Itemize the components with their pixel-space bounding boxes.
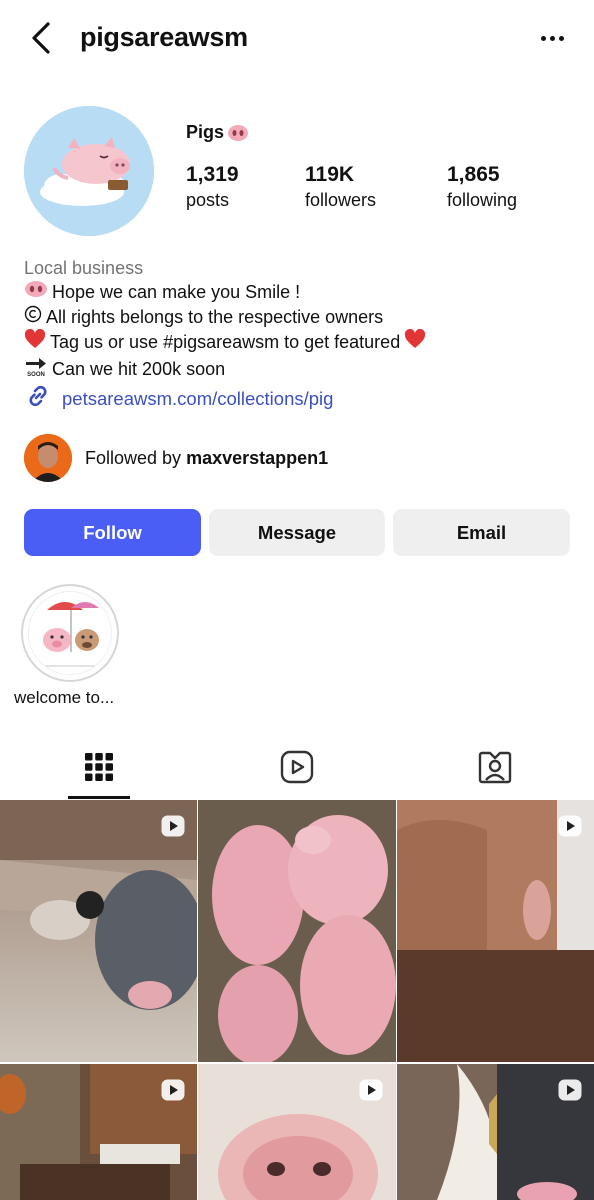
follow-button[interactable]: Follow xyxy=(24,509,201,556)
story-highlight[interactable] xyxy=(21,584,119,682)
followed-by-text: Followed by maxverstappen1 xyxy=(85,448,328,469)
tab-reels[interactable] xyxy=(198,740,396,798)
stat-posts-value: 1,319 xyxy=(186,163,239,186)
bio-line-3: Tag us or use #pigsareawsm to get featur… xyxy=(24,328,584,355)
soon-arrow-icon: SOON xyxy=(24,355,48,383)
profile-display-name: Pigs xyxy=(186,122,249,143)
copyright-icon xyxy=(24,305,42,329)
pig-nose-emoji-icon xyxy=(24,280,48,304)
pig-nose-emoji-icon xyxy=(227,124,249,142)
message-button[interactable]: Message xyxy=(209,509,385,556)
posts-grid xyxy=(0,800,594,1200)
bio-line-2: All rights belongs to the respective own… xyxy=(24,305,584,329)
email-button[interactable]: Email xyxy=(393,509,570,556)
stat-following[interactable]: 1,865 following xyxy=(447,162,517,212)
stat-following-label: following xyxy=(447,190,518,210)
post-thumbnail[interactable] xyxy=(0,800,197,1062)
tab-posts-grid[interactable] xyxy=(0,740,198,798)
reel-badge-icon xyxy=(557,814,583,838)
followed-by-user[interactable]: maxverstappen1 xyxy=(186,448,328,468)
reel-badge-icon xyxy=(160,814,186,838)
bio-line-4: SOON Can we hit 200k soon xyxy=(24,355,584,383)
tab-tagged[interactable] xyxy=(396,740,594,798)
profile-avatar[interactable] xyxy=(24,106,154,236)
bio-link-text: petsareawsm.com/collections/pig xyxy=(62,387,334,409)
stat-followers[interactable]: 119K followers xyxy=(305,162,376,212)
post-thumbnail[interactable] xyxy=(198,1064,396,1200)
more-options-icon[interactable] xyxy=(530,24,574,52)
reel-badge-icon xyxy=(557,1078,583,1102)
follower-avatar xyxy=(24,434,72,482)
reels-icon xyxy=(280,750,314,789)
post-thumbnail[interactable] xyxy=(397,800,594,1062)
link-icon xyxy=(24,382,52,415)
stat-posts-label: posts xyxy=(186,190,230,210)
bio-line-1-text: Hope we can make you Smile ! xyxy=(52,282,301,303)
followed-by-row[interactable]: Followed by maxverstappen1 xyxy=(24,434,328,482)
post-thumbnail[interactable] xyxy=(0,1064,197,1200)
bio-line-3-text: Tag us or use #pigsareawsm to get featur… xyxy=(50,331,401,352)
reel-badge-icon xyxy=(358,1078,384,1102)
profile-tabs xyxy=(0,740,594,800)
stat-followers-value: 119K xyxy=(305,163,355,186)
tagged-icon xyxy=(478,750,512,789)
followed-by-prefix: Followed by xyxy=(85,447,182,468)
bio-line-1: Hope we can make you Smile ! xyxy=(24,280,584,304)
highlight-label: welcome to... xyxy=(14,688,115,707)
back-icon[interactable] xyxy=(22,18,62,58)
profile-username: pigsareawsm xyxy=(80,22,248,52)
grid-icon xyxy=(84,752,114,787)
business-category: Local business xyxy=(24,258,144,278)
active-tab-indicator xyxy=(68,796,130,799)
bio-link[interactable]: petsareawsm.com/collections/pig xyxy=(24,382,333,415)
post-thumbnail[interactable] xyxy=(397,1064,594,1200)
stat-followers-label: followers xyxy=(305,190,377,210)
highlight-cover xyxy=(28,591,112,675)
stat-posts[interactable]: 1,319 posts xyxy=(186,162,239,212)
display-name-text: Pigs xyxy=(186,122,225,142)
svg-text:SOON: SOON xyxy=(27,372,45,377)
red-heart-icon xyxy=(24,328,46,355)
stat-following-value: 1,865 xyxy=(447,163,500,186)
profile-bio: Local business Hope we can make you Smil… xyxy=(24,256,584,383)
reel-badge-icon xyxy=(160,1078,186,1102)
profile-header: pigsareawsm xyxy=(0,0,594,78)
bio-line-4-text: Can we hit 200k soon xyxy=(52,359,226,380)
bio-line-2-text: All rights belongs to the respective own… xyxy=(46,306,384,327)
post-thumbnail[interactable] xyxy=(198,800,396,1062)
red-heart-icon xyxy=(404,328,426,355)
